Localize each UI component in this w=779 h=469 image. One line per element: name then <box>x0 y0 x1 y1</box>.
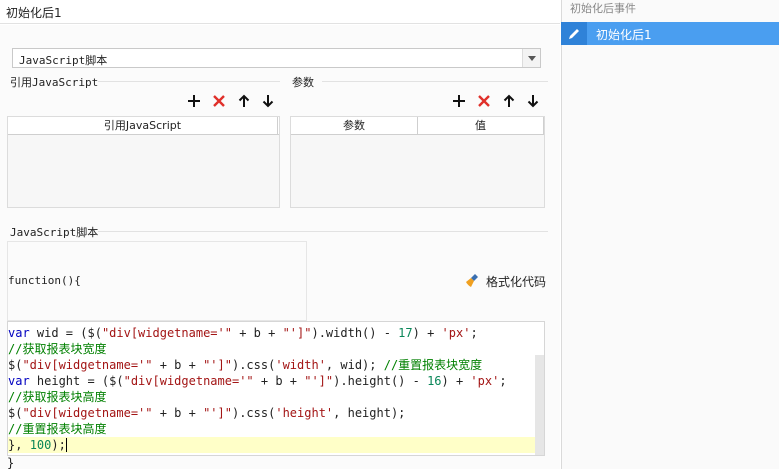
close-icon <box>478 95 490 107</box>
editor-scrollbar[interactable] <box>535 355 544 455</box>
function-closing: } <box>7 456 15 469</box>
ref-table-header: 引用JavaScript <box>8 117 279 135</box>
param-table-header: 参数 值 <box>291 117 544 135</box>
event-item-label: 初始化后1 <box>596 28 652 42</box>
chevron-down-icon[interactable] <box>522 49 540 67</box>
move-up-param-button[interactable] <box>500 92 518 110</box>
events-panel-header: 初始化后事件 <box>570 2 636 15</box>
ref-table[interactable]: 引用JavaScript <box>7 116 280 208</box>
code-line: $("div[widgetname='" + b + "']").css('wi… <box>8 358 483 372</box>
code-line: var height = ($("div[widgetname='" + b +… <box>8 374 507 388</box>
code-line-current: }, 100);​ <box>8 437 535 453</box>
add-ref-button[interactable] <box>185 92 203 110</box>
code-line: $("div[widgetname='" + b + "']").css('he… <box>8 406 406 420</box>
param-column-header: 参数 <box>291 117 418 135</box>
function-header: function(){ <box>8 274 81 287</box>
script-section-title: JavaScript脚本 <box>10 226 99 239</box>
events-panel: 初始化后事件 <box>561 0 779 469</box>
plus-icon <box>453 95 465 107</box>
title-bar: 初始化后1 <box>0 0 560 24</box>
arrow-up-icon <box>503 94 515 107</box>
ref-section-title: 引用JavaScript <box>10 76 99 89</box>
code-line: //重置报表块高度 <box>8 422 107 436</box>
code-line: //获取报表块高度 <box>8 390 107 404</box>
close-icon <box>213 95 225 107</box>
broom-icon <box>466 274 478 287</box>
divider <box>322 81 548 82</box>
function-header-box: function(){ <box>7 241 307 321</box>
param-table[interactable]: 参数 值 <box>290 116 545 208</box>
ref-column-header: 引用JavaScript <box>8 117 278 135</box>
delete-ref-button[interactable] <box>210 92 228 110</box>
format-code-label: 格式化代码 <box>486 274 547 289</box>
plus-icon <box>188 95 200 107</box>
param-section-title: 参数 <box>292 76 314 89</box>
code-line: var wid = ($("div[widgetname='" + b + "'… <box>8 326 478 340</box>
move-down-ref-button[interactable] <box>259 92 277 110</box>
move-down-param-button[interactable] <box>524 92 542 110</box>
page-title: 初始化后1 <box>6 6 62 20</box>
arrow-down-icon <box>262 95 274 108</box>
value-column-header: 值 <box>418 117 544 135</box>
add-param-button[interactable] <box>450 92 468 110</box>
divider <box>98 81 280 82</box>
move-up-ref-button[interactable] <box>235 92 253 110</box>
code-line: //获取报表块宽度 <box>8 342 107 356</box>
arrow-down-icon <box>527 95 539 108</box>
code-editor[interactable]: var wid = ($("div[widgetname='" + b + "'… <box>7 321 545 456</box>
pencil-icon <box>569 28 579 39</box>
arrow-up-icon <box>238 94 250 107</box>
edit-icon-box[interactable] <box>561 22 587 45</box>
divider <box>98 231 548 232</box>
format-code-button[interactable]: 格式化代码 <box>464 272 546 290</box>
script-type-value: JavaScript脚本 <box>19 54 108 67</box>
script-type-select[interactable]: JavaScript脚本 <box>12 48 541 68</box>
event-item-selected[interactable]: 初始化后1 <box>561 22 779 45</box>
delete-param-button[interactable] <box>475 92 493 110</box>
